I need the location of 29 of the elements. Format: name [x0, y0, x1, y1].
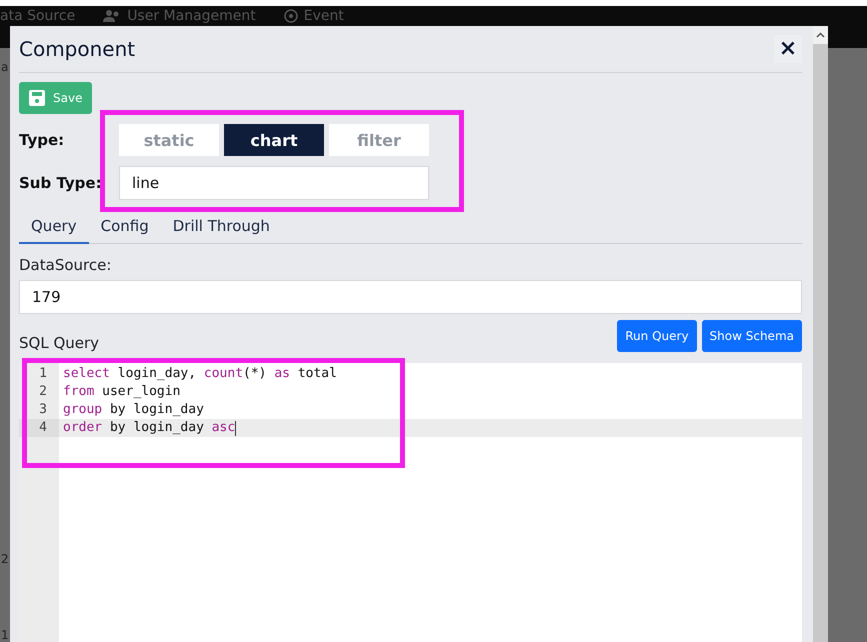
sql-query-label: SQL Query	[19, 334, 100, 352]
sub-type-label: Sub Type:	[19, 174, 103, 192]
background-text: a	[1, 60, 8, 74]
action-button[interactable]: Run Query	[617, 320, 697, 352]
datasource-field[interactable]: 179	[19, 280, 802, 314]
tab[interactable]: Drill Through	[160, 212, 282, 244]
tab[interactable]: Config	[88, 212, 161, 244]
users-icon	[103, 9, 122, 23]
line-number: 1	[38, 365, 48, 383]
sub-type-field[interactable]: line	[119, 166, 429, 200]
close-button[interactable]: ×	[774, 35, 802, 63]
line-number: 2	[38, 383, 48, 401]
datasource-label: DataSource:	[19, 256, 112, 274]
type-label: Type:	[19, 131, 66, 149]
tab[interactable]: Query	[19, 212, 89, 244]
background-text: 2	[1, 552, 9, 566]
type-option[interactable]: chart	[224, 124, 324, 156]
line-number: 3	[38, 401, 48, 419]
code-line: group by login_day	[62, 401, 205, 419]
action-button[interactable]: Show Schema	[702, 320, 802, 352]
code-line: from user_login	[62, 383, 182, 401]
code-editor[interactable]: 1 2 3 4 select login_day, count(*) as total from user_login group by login_day order by login_day asc	[19, 363, 802, 642]
scrollbar[interactable]	[813, 26, 828, 642]
chevron-up-icon[interactable]	[816, 32, 825, 38]
dialog-title: Component	[19, 37, 136, 61]
text-cursor	[235, 420, 236, 436]
target-icon	[284, 9, 298, 23]
code-line: select login_day, count(*) as total	[62, 365, 338, 383]
background-text: 1	[1, 628, 9, 642]
